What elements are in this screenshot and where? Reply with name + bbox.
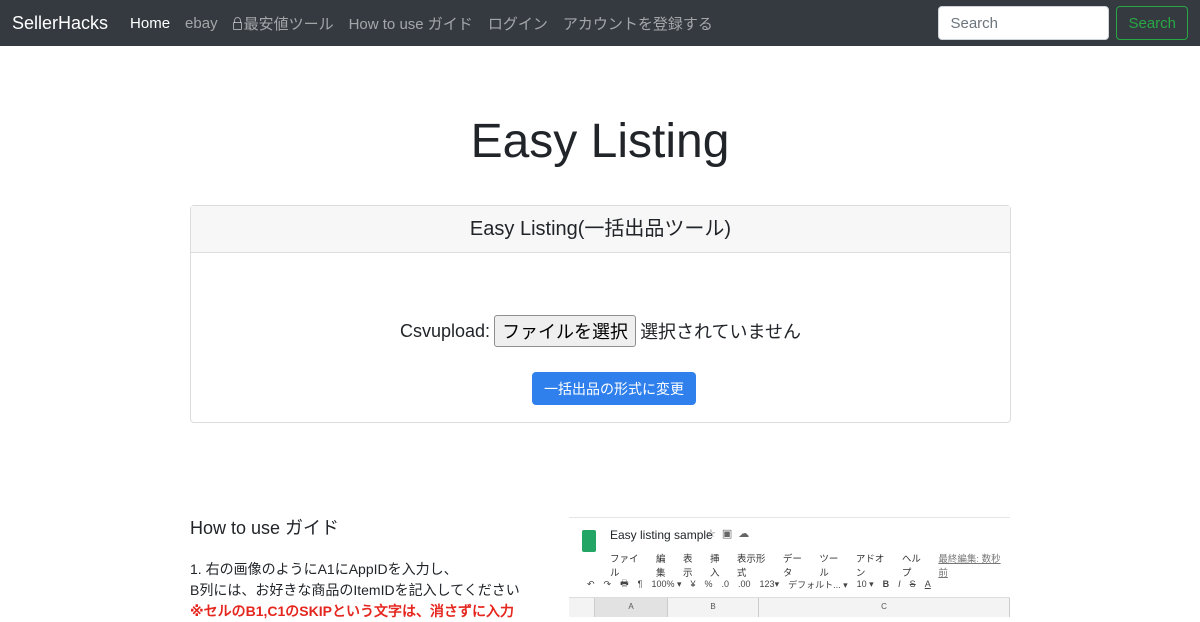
sheet-menu-item: 表示形式 xyxy=(736,554,766,579)
column-headers: A B C xyxy=(569,597,1010,617)
search-input[interactable] xyxy=(938,6,1110,40)
guide-title: How to use ガイド xyxy=(190,518,340,538)
bold-icon: B xyxy=(882,579,890,589)
file-status: 選択されていません xyxy=(640,322,801,342)
font-size-select: 10 ▾ xyxy=(856,578,874,589)
navbar: SellerHacks Home ebay 最安値ツール How to use … xyxy=(0,0,1200,46)
column-header: B xyxy=(668,598,759,617)
sheet-toolbar: ↶ ↷ 🖶 ¶ 100% ▾ ¥ % .0 .00 123▾ デフォルト... … xyxy=(587,576,931,592)
column-header: A xyxy=(595,598,668,617)
brand-logo[interactable]: SellerHacks xyxy=(12,13,108,34)
folder-icon: ▣ xyxy=(721,528,739,540)
currency-icon: ¥ xyxy=(690,579,696,589)
spreadsheet-screenshot: Easy listing sample ☆▣☁ ファイル 編集 表示 挿入 表示… xyxy=(569,517,1010,617)
convert-button[interactable]: 一括出品の形式に変更 xyxy=(532,372,696,405)
undo-icon: ↶ xyxy=(587,578,595,589)
sheet-menu-item: ファイル xyxy=(610,554,639,579)
sheets-logo-icon xyxy=(582,530,596,552)
sheet-title-icons: ☆▣☁ xyxy=(706,527,755,540)
sheet-menu-item: ヘルプ xyxy=(901,554,921,579)
sheet-menu-item: アドオン xyxy=(855,554,885,579)
nav-guide[interactable]: How to use ガイド xyxy=(349,13,473,34)
sheet-menu-item: ツール xyxy=(819,554,839,579)
search-button[interactable]: Search xyxy=(1116,6,1188,40)
increase-decimal-icon: .00 xyxy=(738,579,751,589)
nav-register[interactable]: アカウントを登録する xyxy=(563,13,713,34)
guide-step-1: 1. 右の画像のようにA1にAppIDを入力し、 xyxy=(190,561,458,577)
zoom-select: 100% ▾ xyxy=(651,578,682,589)
lock-icon xyxy=(232,17,242,30)
italic-icon: I xyxy=(898,579,901,589)
card-header: Easy Listing(一括出品ツール) xyxy=(191,206,1010,253)
nav-lowest-price-tool[interactable]: 最安値ツール xyxy=(232,13,334,34)
sheet-last-edit: 最終編集: 数秒前 xyxy=(938,554,1001,579)
corner-cell xyxy=(569,598,595,617)
page-title: Easy Listing xyxy=(470,115,730,168)
sheet-title: Easy listing sample xyxy=(610,528,713,542)
guide-step-1b: B列には、お好きな商品のItemIDを記入してください xyxy=(190,582,520,598)
sheet-menu: ファイル 編集 表示 挿入 表示形式 データ ツール アドオン ヘルプ 最終編集… xyxy=(610,551,1010,579)
star-icon: ☆ xyxy=(706,528,722,540)
sheet-menu-item: 挿入 xyxy=(709,554,720,579)
text-color-icon: A xyxy=(924,579,931,589)
font-select: デフォルト... ▾ xyxy=(788,579,848,590)
cloud-icon: ☁ xyxy=(738,528,756,540)
upload-card: Easy Listing(一括出品ツール) Csvupload: ファイルを選択… xyxy=(190,205,1011,423)
redo-icon: ↷ xyxy=(603,578,612,589)
paint-format-icon: ¶ xyxy=(637,579,643,589)
guide-warning: ※セルのB1,C1のSKIPという文字は、消さずに入力 xyxy=(190,603,514,619)
nav-login[interactable]: ログイン xyxy=(488,13,548,34)
choose-file-button[interactable]: ファイルを選択 xyxy=(494,315,637,347)
sheet-menu-item: データ xyxy=(782,554,802,579)
decrease-decimal-icon: .0 xyxy=(721,579,730,589)
percent-icon: % xyxy=(704,579,713,589)
upload-label: Csvupload: xyxy=(400,320,491,341)
number-format-select: 123▾ xyxy=(759,578,780,589)
strikethrough-icon: S xyxy=(909,579,916,589)
column-header: C xyxy=(759,598,1010,617)
sheet-menu-item: 表示 xyxy=(682,554,693,579)
nav-home[interactable]: Home xyxy=(130,15,170,32)
guide-section: How to use ガイド 1. 右の画像のようにA1にAppIDを入力し、 … xyxy=(190,514,550,622)
nav-ebay[interactable]: ebay xyxy=(185,15,218,32)
nav-lowest-price-label: 最安値ツール xyxy=(243,15,334,33)
sheet-menu-item: 編集 xyxy=(655,554,666,579)
print-icon: 🖶 xyxy=(620,578,629,588)
